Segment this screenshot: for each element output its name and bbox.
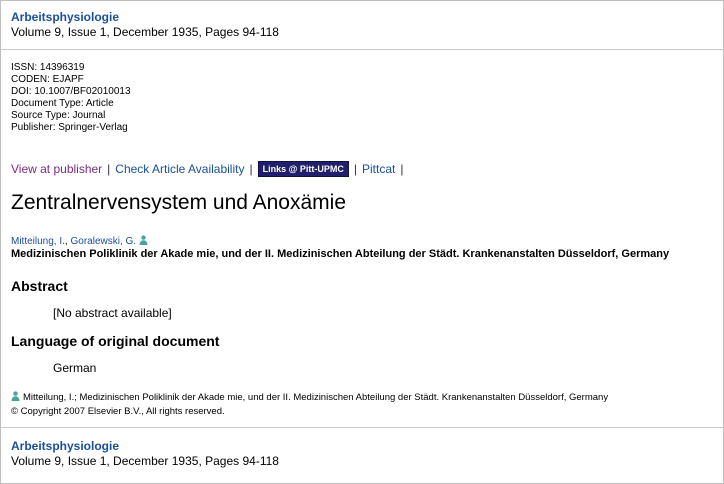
language-value: German	[53, 361, 97, 375]
link-separator: |	[353, 162, 357, 176]
link-separator: |	[107, 162, 111, 176]
source-type: Source Type: Journal	[11, 110, 106, 121]
correspondence-line: Mitteilung, I.; Medizinischen Poliklinik…	[11, 391, 608, 405]
person-icon	[11, 391, 20, 405]
abstract-heading: Abstract	[11, 278, 68, 294]
copyright: © Copyright 2007 Elsevier B.V., All righ…	[11, 406, 225, 417]
link-separator: |	[400, 162, 404, 176]
source-header: Arbeitsphysiologie Volume 9, Issue 1, De…	[11, 10, 279, 39]
author-link[interactable]: Goralewski, G.	[70, 236, 136, 247]
journal-link[interactable]: Arbeitsphysiologie	[11, 439, 279, 453]
publisher: Publisher: Springer-Verlag	[11, 122, 128, 133]
document-metadata: ISSN: 14396319 CODEN: EJAPF DOI: 10.1007…	[11, 62, 131, 134]
record-page: Arbeitsphysiologie Volume 9, Issue 1, De…	[0, 0, 724, 484]
link-separator: |	[249, 162, 253, 176]
abstract-text: [No abstract available]	[53, 306, 172, 320]
divider	[1, 49, 723, 50]
person-icon[interactable]	[139, 235, 148, 248]
correspondence-text: Mitteilung, I.; Medizinischen Poliklinik…	[23, 392, 609, 403]
pittcat-link[interactable]: Pittcat	[362, 162, 395, 176]
source-footer: Arbeitsphysiologie Volume 9, Issue 1, De…	[11, 439, 279, 468]
article-title: Zentralnervensystem und Anoxämie	[11, 191, 347, 214]
correspondence-block: Mitteilung, I.; Medizinischen Poliklinik…	[11, 391, 608, 418]
pitt-upmc-links-button[interactable]: Links @ Pitt-UPMC	[257, 161, 349, 177]
issn: ISSN: 14396319	[11, 62, 85, 73]
author-list: Mitteilung, I., Goralewski, G.	[11, 235, 151, 248]
link-bar: View at publisher | Check Article Availabi…	[11, 161, 408, 177]
author-link[interactable]: Mitteilung, I.	[11, 236, 65, 247]
divider	[1, 427, 723, 428]
coden: CODEN: EJAPF	[11, 74, 84, 85]
check-availability-link[interactable]: Check Article Availability	[115, 162, 244, 176]
language-heading: Language of original document	[11, 333, 220, 349]
journal-link[interactable]: Arbeitsphysiologie	[11, 10, 279, 24]
volume-line: Volume 9, Issue 1, December 1935, Pages …	[11, 25, 279, 39]
doi: DOI: 10.1007/BF02010013	[11, 86, 131, 97]
view-at-publisher-link[interactable]: View at publisher	[11, 162, 102, 176]
affiliation: Medizinischen Poliklinik der Akade mie, …	[11, 248, 670, 260]
volume-line: Volume 9, Issue 1, December 1935, Pages …	[11, 454, 279, 468]
document-type: Document Type: Article	[11, 98, 114, 109]
